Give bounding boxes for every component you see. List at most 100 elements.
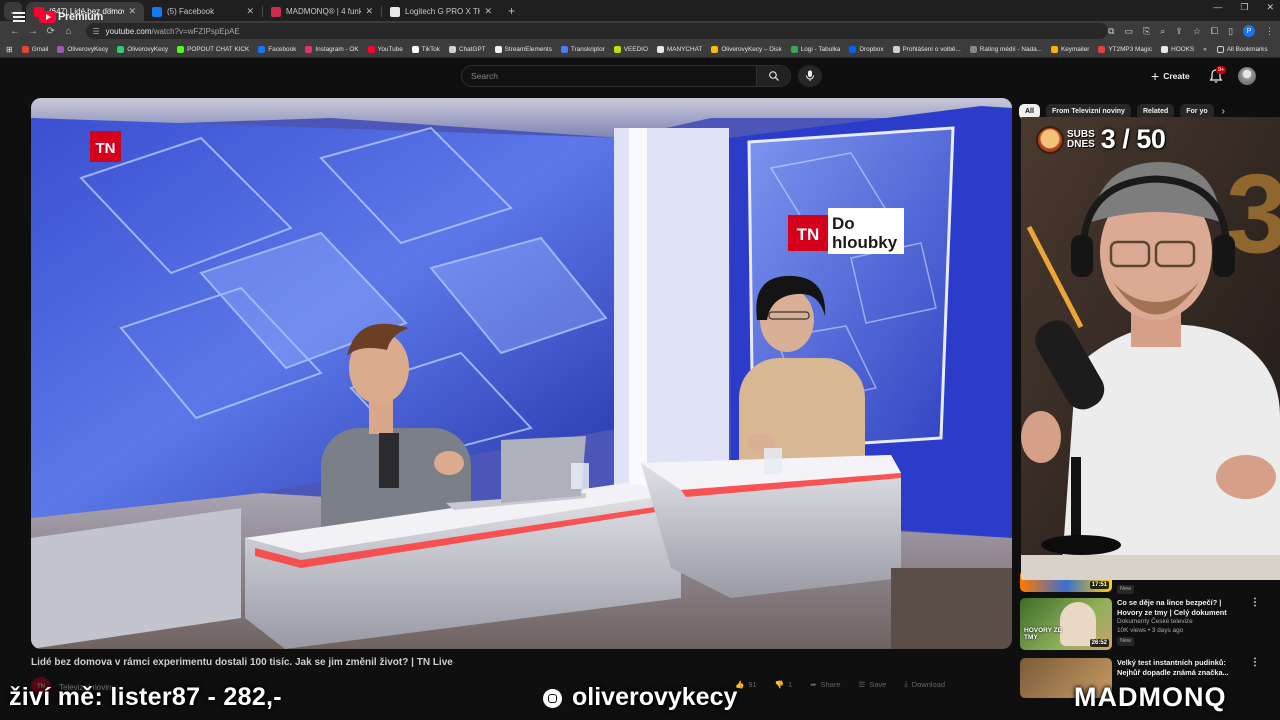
tab-title: (5) Facebook xyxy=(167,7,215,16)
bookmark-item[interactable]: Dropbox xyxy=(849,45,884,53)
bookmark-item[interactable]: Logi - Tabulka xyxy=(790,45,841,53)
bookmark-item[interactable]: OliverovyKecy – Disk xyxy=(711,45,782,53)
browser-tab-strip: ⌄ (647) Lidé bez domova v rámci ✕ (5) Fa… xyxy=(0,0,1280,21)
chevron-right-icon[interactable]: › xyxy=(1222,106,1225,117)
streamer-webcam-overlay: 3 xyxy=(1021,117,1280,580)
list-item[interactable]: HOVORY ZE TMY 26:52 Co se děje na lince … xyxy=(1020,598,1260,650)
share-icon[interactable]: ⇪ xyxy=(1175,26,1183,37)
bookmark-item[interactable]: Facebook xyxy=(258,45,296,53)
download-button[interactable]: ⤓ Download xyxy=(904,679,945,689)
bookmark-item[interactable]: Transkriptor xyxy=(560,45,605,53)
madmonq-favicon-icon xyxy=(271,6,281,17)
bookmark-label: Keymailer xyxy=(1060,45,1090,53)
bookmark-item[interactable]: MANYCHAT xyxy=(656,45,702,53)
youtube-premium-logo[interactable]: Premium CZ xyxy=(39,8,112,23)
bookmark-item[interactable]: HOOKS xyxy=(1161,45,1194,53)
more-actions-icon[interactable]: ⋮ xyxy=(1250,658,1260,668)
save-button[interactable]: ☰ Save xyxy=(859,680,887,689)
video-player[interactable]: TN TN Do hloubky xyxy=(31,98,1012,649)
browser-tab[interactable]: Logitech G PRO X TKL LIGHTSP ✕ xyxy=(382,2,500,21)
subs-goal-counter: SUBS DNES 3 / 50 xyxy=(1036,124,1166,155)
new-tab-icon[interactable]: + xyxy=(500,4,523,21)
bookmark-favicon-icon xyxy=(57,45,65,53)
translate-icon[interactable]: ⧉ xyxy=(1108,26,1114,37)
search-button[interactable] xyxy=(756,66,790,86)
bookmark-star-icon[interactable]: ☆ xyxy=(1193,26,1201,37)
bookmark-favicon-icon xyxy=(849,45,857,53)
bookmark-label: Transkriptor xyxy=(570,45,605,53)
zoom-icon[interactable]: ⌕ xyxy=(1160,26,1165,37)
like-button[interactable]: 👍 91 xyxy=(735,680,757,689)
video-title: Lidé bez domova v rámci experimentu dost… xyxy=(31,657,453,668)
bookmark-item[interactable]: OliverovyKecy xyxy=(57,45,108,53)
reload-icon[interactable]: ⟳ xyxy=(42,26,60,37)
close-tab-icon[interactable]: ✕ xyxy=(484,6,492,17)
back-arrow-icon[interactable]: ← xyxy=(6,26,24,37)
recommendation-channel[interactable]: Dokumenty České televize xyxy=(1117,618,1242,626)
all-bookmarks-folder[interactable]: All Bookmarks xyxy=(1216,45,1268,53)
bookmark-item[interactable]: VEEDIO xyxy=(613,45,648,53)
bookmark-item[interactable]: Gmail xyxy=(21,45,48,53)
bookmarks-overflow: » All Bookmarks xyxy=(1203,45,1276,53)
download-icon: ⤓ xyxy=(904,679,908,688)
close-window-icon[interactable]: ✕ xyxy=(1266,2,1274,13)
bookmark-item[interactable]: YT2MP3 Magic xyxy=(1098,45,1152,53)
close-tab-icon[interactable]: ✕ xyxy=(246,6,254,17)
new-badge: New xyxy=(1117,585,1135,595)
bookmark-label: Dropbox xyxy=(859,45,884,53)
supporter-ticker: živí mě: lister87 - 282,- xyxy=(9,683,282,711)
cast-icon[interactable]: ▭ xyxy=(1124,26,1133,37)
account-avatar[interactable] xyxy=(1238,67,1256,85)
recommendation-title[interactable]: Co se děje na lince bezpečí? | Hovory ze… xyxy=(1117,598,1242,618)
webcam-feed: 3 xyxy=(1021,117,1280,580)
extensions-icon[interactable]: ⧠ xyxy=(1211,26,1218,37)
forward-arrow-icon[interactable]: → xyxy=(24,26,42,37)
bookmark-item[interactable]: OliverovyKecy xyxy=(117,45,168,53)
bookmark-item[interactable]: Keymailer xyxy=(1050,45,1090,53)
more-bookmarks-icon[interactable]: » xyxy=(1203,46,1207,53)
bookmark-favicon-icon xyxy=(790,45,798,53)
browser-tab[interactable]: MADMONQ® | 4 funkční doplň ✕ xyxy=(263,2,381,21)
bookmark-item[interactable]: ChatGPT xyxy=(449,45,486,53)
show-logo-tn-text: TN xyxy=(797,225,820,244)
open-in-app-icon[interactable]: ⎘ xyxy=(1143,26,1150,37)
address-bar[interactable]: ☰ youtube.com/watch?v=wFZIPspEpAE xyxy=(85,23,1109,39)
bookmark-item[interactable]: Rating médií - Nada... xyxy=(969,45,1042,53)
social-handle: oliverovykecy xyxy=(572,683,738,711)
menu-kebab-icon[interactable]: ⋮ xyxy=(1265,26,1274,37)
sidepanel-icon[interactable]: ▯ xyxy=(1228,26,1233,37)
show-title-line2: hloubky xyxy=(832,233,898,252)
bookmark-item[interactable]: Instagram - OK xyxy=(305,45,359,53)
close-tab-icon[interactable]: ✕ xyxy=(128,6,136,17)
bookmark-item[interactable]: Prohlášení o volbě... xyxy=(892,45,961,53)
bookmark-item[interactable]: StreamElements xyxy=(494,45,552,53)
bookmark-favicon-icon xyxy=(411,45,419,53)
minimize-icon[interactable]: — xyxy=(1213,2,1222,13)
create-button[interactable]: + Create xyxy=(1151,66,1190,86)
bookmark-item[interactable]: YouTube xyxy=(367,45,403,53)
close-tab-icon[interactable]: ✕ xyxy=(365,6,373,17)
profile-avatar[interactable]: P xyxy=(1243,25,1256,37)
more-actions-icon[interactable]: ⋮ xyxy=(1250,598,1260,608)
browser-tab[interactable]: (5) Facebook ✕ xyxy=(144,2,262,21)
bookmark-label: OliverovyKecy – Disk xyxy=(721,45,782,53)
bookmark-label: Prohlášení o volbě... xyxy=(902,45,961,53)
bookmark-label: Instagram - OK xyxy=(315,45,359,53)
home-icon[interactable]: ⌂ xyxy=(60,26,78,37)
site-info-icon[interactable]: ☰ xyxy=(93,27,100,36)
restore-icon[interactable]: ❐ xyxy=(1240,2,1248,13)
video-thumbnail[interactable]: HOVORY ZE TMY 26:52 xyxy=(1020,598,1112,650)
bookmark-favicon-icon xyxy=(892,45,900,53)
bookmark-item[interactable]: TikTok xyxy=(411,45,440,53)
recommendation-title[interactable]: Velký test instantních pudinků: Nejhůř d… xyxy=(1117,658,1242,678)
bookmark-label: Rating médií - Nada... xyxy=(979,45,1042,53)
voice-search-button[interactable] xyxy=(798,65,822,87)
bookmark-label: Logi - Tabulka xyxy=(800,45,841,53)
dislike-button[interactable]: 👎 1 xyxy=(775,680,793,689)
guide-menu-icon[interactable] xyxy=(13,12,25,22)
share-button[interactable]: ➦ Share xyxy=(810,680,840,689)
apps-grid-icon[interactable]: ⊞ xyxy=(6,45,13,54)
search-input[interactable] xyxy=(462,71,756,81)
bookmark-label: StreamElements xyxy=(504,45,552,53)
bookmark-item[interactable]: POPOUT CHAT KICK xyxy=(177,45,249,53)
